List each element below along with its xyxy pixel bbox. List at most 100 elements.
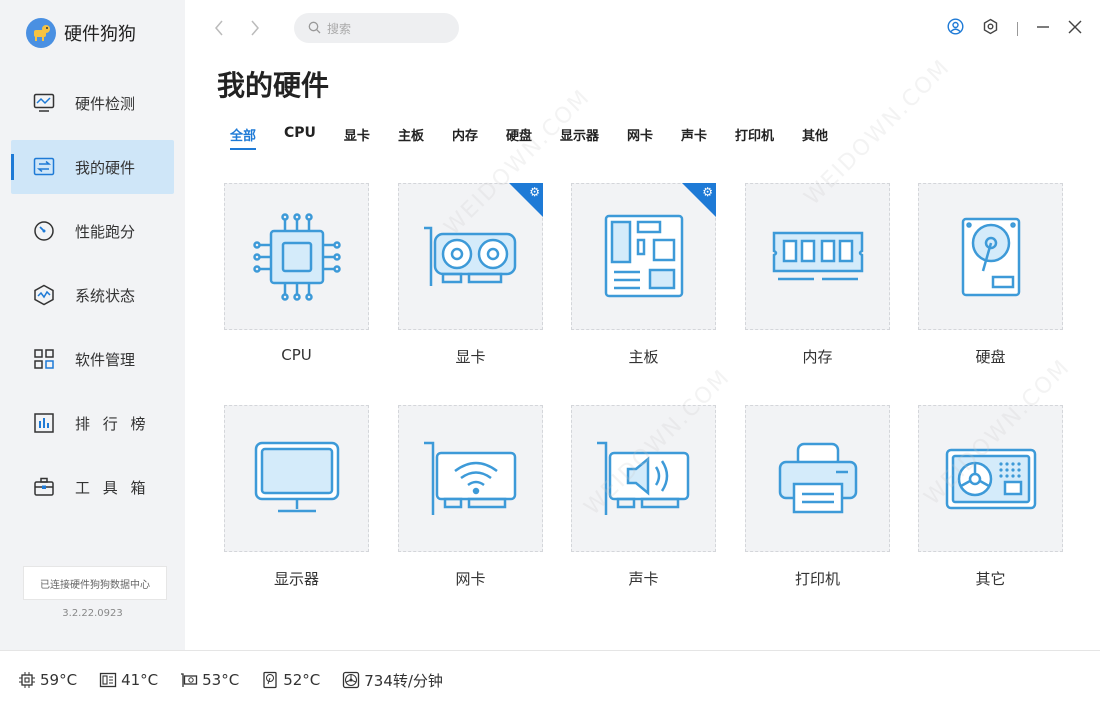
card-label: 网卡 <box>455 570 486 588</box>
hardware-card-sound[interactable]: 声卡 <box>571 405 716 589</box>
card-image <box>918 405 1063 552</box>
apps-grid-icon <box>33 348 55 370</box>
card-image: ⚙ <box>398 183 543 330</box>
tab-cpu[interactable]: CPU <box>284 125 316 150</box>
hard-disk-icon <box>961 217 1020 296</box>
tab-graphics[interactable]: 显卡 <box>344 125 370 150</box>
hardware-card-network[interactable]: 网卡 <box>398 405 543 589</box>
graphics-card-icon <box>423 226 516 286</box>
card-label: 显示器 <box>273 570 319 588</box>
motherboard-icon <box>604 214 683 297</box>
gear-badge-icon[interactable]: ⚙ <box>702 186 713 198</box>
card-image <box>571 405 716 552</box>
card-image <box>224 183 369 330</box>
card-label: 声卡 <box>628 570 659 588</box>
card-image <box>745 405 890 552</box>
sidebar-item-ranking[interactable]: 排 行 榜 <box>11 396 174 450</box>
chip-swap-icon <box>33 156 55 178</box>
hardware-card-motherboard[interactable]: ⚙ 主板 <box>571 183 716 367</box>
fan-icon <box>342 671 360 689</box>
network-card-icon <box>423 441 516 515</box>
card-label: 内存 <box>802 348 833 366</box>
tab-disk[interactable]: 硬盘 <box>506 125 532 150</box>
gpu-temp-icon <box>180 671 198 689</box>
ram-icon <box>772 231 863 280</box>
sidebar-item-system-status[interactable]: 系统状态 <box>11 268 174 322</box>
user-icon[interactable] <box>947 18 964 39</box>
hardware-card-memory[interactable]: 内存 <box>745 183 890 367</box>
sidebar-nav: 硬件检测 我的硬件 性能跑分 系统状态 软件管理 排 行 榜 工 具 箱 <box>0 76 185 524</box>
settings-gear-icon[interactable] <box>982 18 999 39</box>
sidebar-item-hardware-detect[interactable]: 硬件检测 <box>11 76 174 130</box>
sidebar-item-label: 硬件检测 <box>75 94 136 113</box>
disk-temperature: 52°C <box>261 671 320 689</box>
mainboard-temp-icon <box>99 671 117 689</box>
card-label: 硬盘 <box>975 348 1006 366</box>
bar-chart-icon <box>33 412 55 434</box>
card-image <box>918 183 1063 330</box>
cpu-icon <box>252 212 341 301</box>
hardware-card-disk[interactable]: 硬盘 <box>918 183 1063 367</box>
tab-display[interactable]: 显示器 <box>560 125 599 150</box>
cpu-temperature: 59°C <box>18 671 77 689</box>
search-placeholder: 搜索 <box>327 21 352 36</box>
gauge-icon <box>33 220 55 242</box>
tab-printer[interactable]: 打印机 <box>735 125 774 150</box>
sidebar-item-label: 性能跑分 <box>75 222 136 241</box>
connection-status: 已连接硬件狗狗数据中心 <box>23 566 167 600</box>
card-image: ⚙ <box>571 183 716 330</box>
history-nav <box>212 18 262 38</box>
card-label: CPU <box>281 346 312 364</box>
hardware-card-other[interactable]: 其它 <box>918 405 1063 589</box>
card-label: 主板 <box>628 348 659 366</box>
fan-speed: 734转/分钟 <box>342 670 443 691</box>
back-arrow-icon[interactable] <box>212 18 226 38</box>
monitor-wave-icon <box>33 92 55 114</box>
other-device-icon <box>945 448 1036 509</box>
page-title: 我的硬件 <box>217 69 330 102</box>
toolbox-icon <box>33 476 55 498</box>
gear-badge-icon[interactable]: ⚙ <box>529 186 540 198</box>
tab-sound[interactable]: 声卡 <box>681 125 707 150</box>
sidebar-item-label: 系统状态 <box>75 286 136 305</box>
tab-motherboard[interactable]: 主板 <box>398 125 424 150</box>
close-icon[interactable] <box>1068 19 1082 38</box>
pulse-icon <box>33 284 55 306</box>
hardware-card-display[interactable]: 显示器 <box>224 405 369 589</box>
status-bar: 59°C 41°C 53°C 52°C 734转/分钟 <box>0 650 1100 709</box>
search-input[interactable]: 搜索 <box>294 13 459 43</box>
mainboard-temperature: 41°C <box>99 671 158 689</box>
hardware-card-printer[interactable]: 打印机 <box>745 405 890 589</box>
separator <box>1017 21 1018 36</box>
sidebar-item-software[interactable]: 软件管理 <box>11 332 174 386</box>
tab-other[interactable]: 其他 <box>802 125 828 150</box>
brand: 硬件狗狗 <box>26 18 136 48</box>
dog-logo-icon <box>26 18 56 48</box>
sidebar-item-toolbox[interactable]: 工 具 箱 <box>11 460 174 514</box>
minimize-icon[interactable] <box>1036 19 1050 38</box>
sidebar-item-label: 排 行 榜 <box>75 414 150 433</box>
hardware-card-cpu[interactable]: CPU <box>224 183 369 364</box>
stat-value: 41°C <box>121 671 159 689</box>
stat-value: 59°C <box>40 671 78 689</box>
tab-memory[interactable]: 内存 <box>452 125 478 150</box>
card-label: 其它 <box>975 570 1006 588</box>
disk-temp-icon <box>261 671 279 689</box>
app-version: 3.2.22.0923 <box>62 608 123 619</box>
card-image <box>745 183 890 330</box>
sidebar-item-label: 软件管理 <box>75 350 136 369</box>
sidebar-item-benchmark[interactable]: 性能跑分 <box>11 204 174 258</box>
stat-value: 52°C <box>283 671 321 689</box>
sidebar-item-my-hardware[interactable]: 我的硬件 <box>11 140 174 194</box>
card-label: 显卡 <box>455 348 486 366</box>
card-image <box>398 405 543 552</box>
stat-value: 53°C <box>202 671 240 689</box>
sound-card-icon <box>596 441 689 515</box>
gpu-temperature: 53°C <box>180 671 239 689</box>
hardware-card-graphics[interactable]: ⚙ 显卡 <box>398 183 543 367</box>
tab-all[interactable]: 全部 <box>230 125 257 150</box>
sidebar-item-label: 我的硬件 <box>75 158 136 177</box>
tab-network[interactable]: 网卡 <box>627 125 653 150</box>
card-image <box>224 405 369 552</box>
forward-arrow-icon[interactable] <box>248 18 262 38</box>
